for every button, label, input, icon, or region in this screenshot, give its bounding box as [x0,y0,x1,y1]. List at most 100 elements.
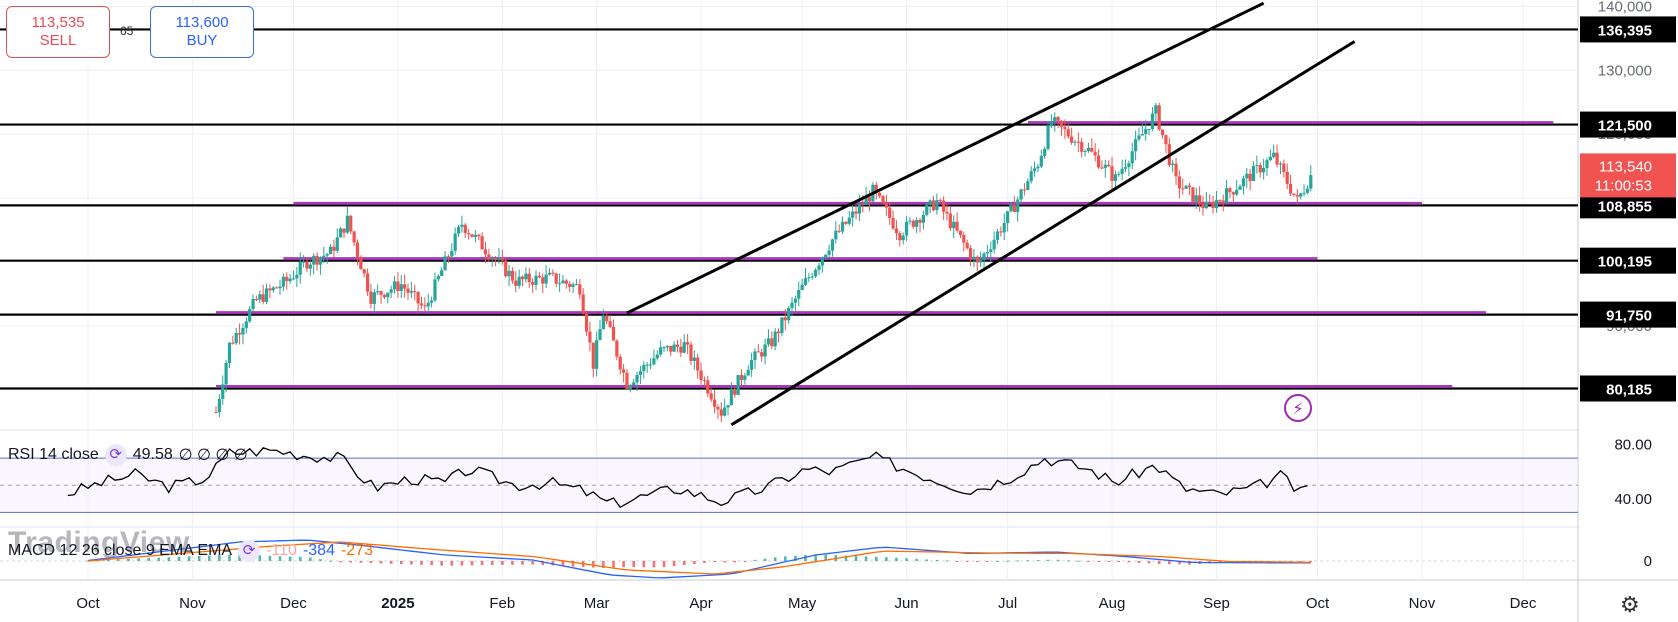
macd-histogram-bar [743,561,747,562]
candle-body [867,196,872,202]
candle-body [1231,192,1235,195]
candle-body [1218,200,1222,202]
x-tick-label: Apr [689,595,712,612]
candle-body [376,291,380,293]
candle-body [443,256,447,271]
candle-body [1241,178,1246,187]
candle-body [500,257,504,261]
lightning-icon[interactable]: ⚡ [1284,394,1312,422]
candle-body [564,280,568,284]
candle-body [921,214,925,223]
candle-body [487,254,491,260]
candle-body [635,374,639,383]
candle-body [1016,199,1020,212]
macd-histogram-bar [965,561,969,562]
candle-body [669,345,673,352]
candle-body [278,286,282,289]
candle-body [851,211,855,218]
candle-body [911,220,915,227]
candle-body [1019,189,1023,200]
candle-body [527,273,531,283]
cycle-icon[interactable]: ⟳ [238,540,261,562]
candle-body [413,291,417,293]
candle-body [814,269,818,277]
candle-body [925,204,929,215]
trendline [730,40,1356,427]
rsi-legend[interactable]: RSI 14 close ⟳ 49.58 ∅ ∅ ∅ ∅ [8,444,248,466]
candle-body [382,294,387,298]
candle-body [962,234,966,243]
price-chart[interactable]: Oct Nov Dec 2025 Feb Mar Apr May Jun Jul Aug Sep Oct… [0,0,1678,622]
candle-body [268,288,272,291]
x-tick-label: 2025 [381,595,414,612]
candle-body [221,384,225,399]
candle-body [406,288,410,293]
candle-body [1221,200,1225,204]
candle-body [433,279,437,301]
buy-button[interactable]: 113,600 BUY [150,6,254,58]
sell-button[interactable]: 113,535 SELL [6,6,110,58]
candle-body [1157,105,1161,130]
candle-body [571,284,575,287]
candle-body [790,302,794,308]
candle-body [389,289,393,293]
candle-body [1174,163,1178,177]
rsi-label: RSI 14 close [8,446,99,463]
candle-body [399,284,403,292]
macd-histogram-bar [632,561,636,568]
candle-body [611,326,616,341]
gear-icon[interactable]: ⚙ [1620,592,1640,618]
candle-body [931,200,936,211]
candle-body [507,270,511,277]
candle-body [958,230,963,235]
candle-body [955,221,959,231]
candle-body [392,281,397,290]
candle-body [1194,195,1198,202]
x-tick-label: Aug [1099,595,1126,612]
candle-body [531,282,535,285]
candle-body [743,375,747,380]
candle-body [672,344,676,352]
candle-body [605,315,609,322]
macd-histogram-bar [864,556,868,561]
candle-body [1140,134,1144,136]
macd-histogram-bar [420,561,423,565]
macd-histogram-bar [854,555,858,561]
x-tick-label: Jul [998,595,1017,612]
macd-legend[interactable]: MACD 12 26 close 9 EMA EMA ⟳ -110 -384 -… [8,540,373,562]
cycle-icon[interactable]: ⟳ [104,444,127,466]
macd-histogram-bar [935,559,939,561]
candle-body [258,294,262,300]
candle-body [1258,165,1262,173]
spread-value: 65 [120,24,134,38]
candle-body [699,370,703,381]
macd-histogram-bar [652,561,656,568]
candle-body [416,291,420,304]
candle-body [463,224,467,234]
macd-histogram-bar [622,561,625,568]
candle-body [308,264,312,269]
candle-body [1251,165,1256,181]
candle-body [440,270,444,276]
level-price-label: 91,750 [1606,308,1652,325]
candle-body [490,258,494,260]
candle-body [1107,164,1111,167]
macd-histogram-bar [895,557,898,561]
candle-body [952,221,956,229]
candle-body [1278,163,1283,165]
candle-body [632,382,636,386]
candle-body [739,375,744,380]
candle-body [493,258,498,260]
candle-body [315,255,319,265]
candle-body [989,249,993,253]
macd-histogram-bar [399,561,403,565]
candle-body [888,207,892,218]
candle-body [968,248,973,260]
macd-label: MACD 12 26 close 9 EMA EMA [8,542,233,559]
candle-body [1100,167,1104,169]
level-price-label: 121,500 [1598,118,1652,135]
candle-body [1123,167,1128,169]
candle-body [379,291,383,295]
macd-histogram-bar [531,561,534,565]
candle-body [453,233,457,251]
